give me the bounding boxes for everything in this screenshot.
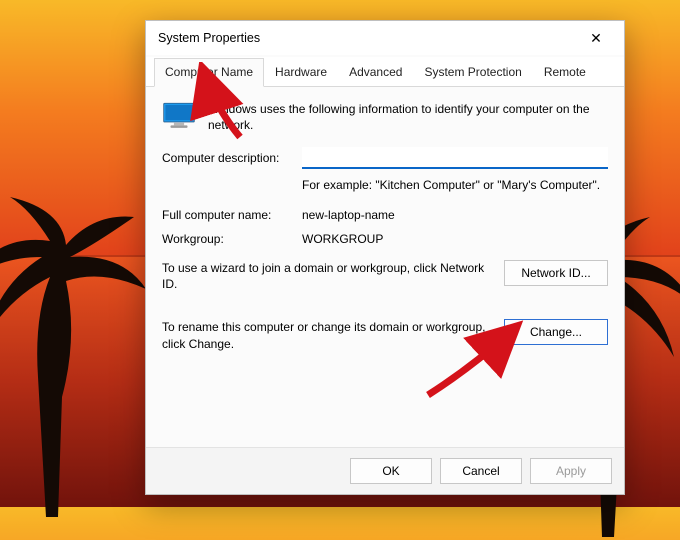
tab-advanced[interactable]: Advanced: [338, 58, 413, 87]
monitor-icon: [162, 101, 196, 131]
apply-button: Apply: [530, 458, 612, 484]
intro-row: Windows uses the following information t…: [162, 101, 608, 133]
tab-hardware[interactable]: Hardware: [264, 58, 338, 87]
network-id-button[interactable]: Network ID...: [504, 260, 608, 286]
titlebar: System Properties ✕: [146, 21, 624, 55]
label-description: Computer description:: [162, 151, 302, 165]
input-description[interactable]: [302, 147, 608, 169]
ok-button[interactable]: OK: [350, 458, 432, 484]
close-button[interactable]: ✕: [576, 24, 616, 52]
tab-computer-name[interactable]: Computer Name: [154, 58, 264, 87]
value-full-name: new-laptop-name: [302, 208, 395, 222]
section-change: To rename this computer or change its do…: [162, 319, 608, 353]
cancel-button[interactable]: Cancel: [440, 458, 522, 484]
value-workgroup: WORKGROUP: [302, 232, 383, 246]
row-full-name: Full computer name: new-laptop-name: [162, 208, 608, 222]
close-icon: ✕: [590, 31, 602, 45]
row-workgroup: Workgroup: WORKGROUP: [162, 232, 608, 246]
label-full-name: Full computer name:: [162, 208, 302, 222]
row-description: Computer description:: [162, 147, 608, 169]
text-change: To rename this computer or change its do…: [162, 319, 494, 353]
text-network-id: To use a wizard to join a domain or work…: [162, 260, 494, 294]
palm-silhouette-left: [0, 197, 160, 517]
dialog-footer: OK Cancel Apply: [146, 447, 624, 494]
change-button[interactable]: Change...: [504, 319, 608, 345]
example-text: For example: "Kitchen Computer" or "Mary…: [302, 177, 608, 193]
tab-strip: Computer Name Hardware Advanced System P…: [146, 57, 624, 87]
system-properties-dialog: System Properties ✕ Computer Name Hardwa…: [145, 20, 625, 495]
tab-system-protection[interactable]: System Protection: [413, 58, 532, 87]
section-network-id: To use a wizard to join a domain or work…: [162, 260, 608, 294]
tab-remote[interactable]: Remote: [533, 58, 597, 87]
label-workgroup: Workgroup:: [162, 232, 302, 246]
content-panel: Windows uses the following information t…: [146, 87, 624, 447]
window-title: System Properties: [158, 31, 576, 45]
intro-text: Windows uses the following information t…: [208, 101, 608, 133]
